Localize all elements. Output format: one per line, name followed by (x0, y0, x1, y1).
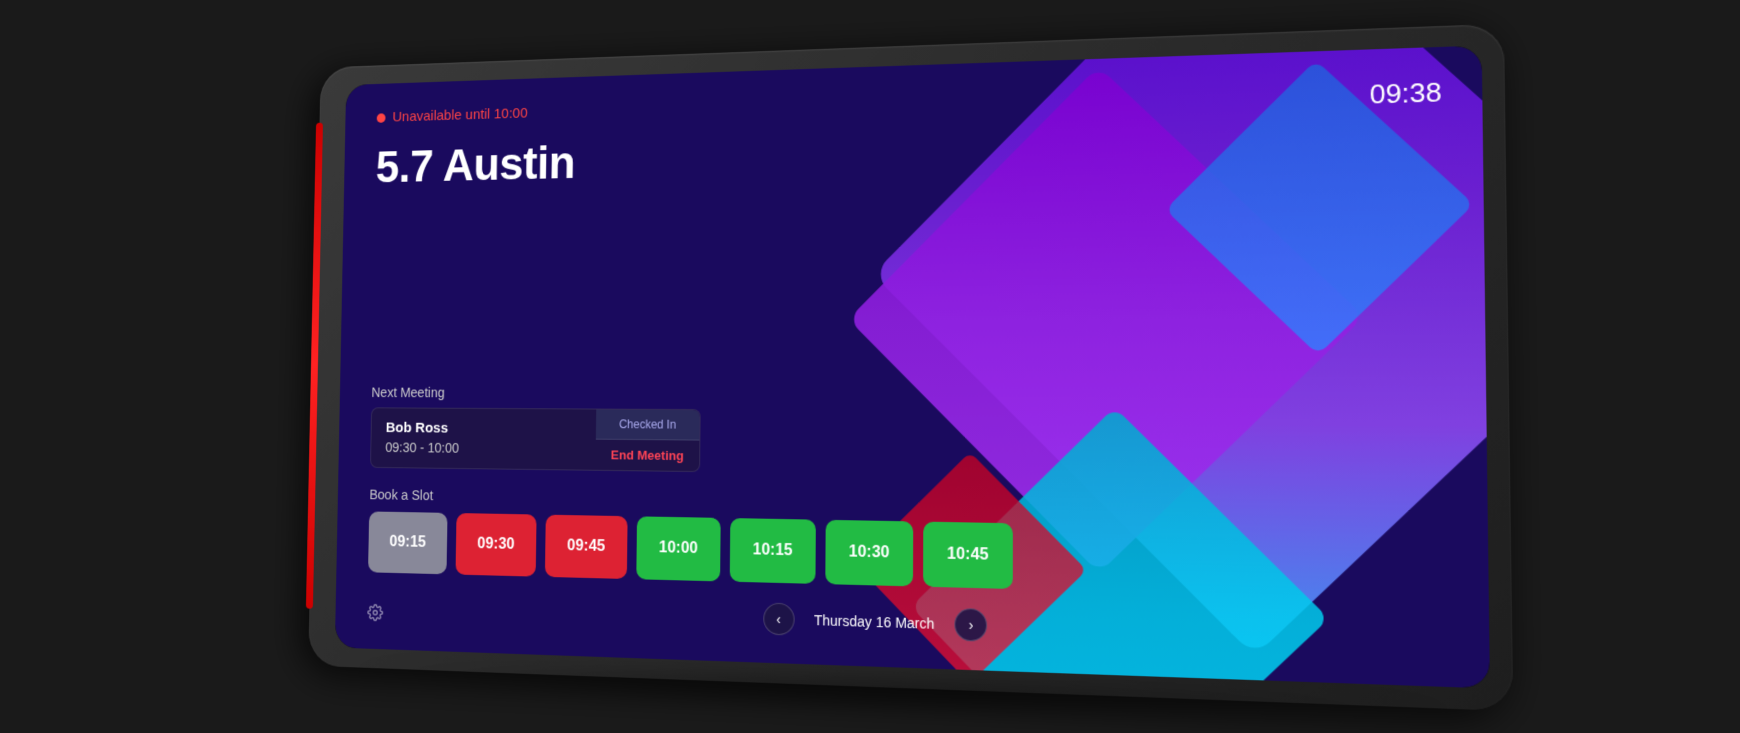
status-unavailable: Unavailable until 10:00 (377, 105, 528, 126)
status-dot (377, 113, 386, 123)
end-meeting-button[interactable]: End Meeting (595, 440, 699, 471)
slot-button-1045[interactable]: 10:45 (923, 522, 1013, 589)
slot-button-1030[interactable]: 10:30 (825, 520, 913, 587)
slot-button-0945[interactable]: 09:45 (545, 515, 628, 579)
meeting-card: Bob Ross 09:30 - 10:00 Checked In End Me… (370, 407, 701, 472)
slot-button-1000[interactable]: 10:00 (636, 516, 720, 581)
slot-button-0930[interactable]: 09:30 (456, 513, 537, 577)
next-meeting-label: Next Meeting (371, 385, 1445, 405)
screen-content: Unavailable until 10:00 09:38 5.7 Austin… (335, 46, 1490, 689)
meeting-info: Bob Ross 09:30 - 10:00 (371, 408, 596, 469)
meeting-time: 09:30 - 10:00 (385, 440, 581, 457)
screen-bezel: Unavailable until 10:00 09:38 5.7 Austin… (335, 46, 1490, 689)
chevron-left-icon: ‹ (776, 611, 781, 627)
red-accent-strip (306, 123, 323, 609)
nav-date: Thursday 16 March (814, 612, 935, 632)
slot-button-1015[interactable]: 10:15 (730, 518, 816, 584)
meeting-actions: Checked In End Meeting (595, 410, 699, 472)
tablet-device: Unavailable until 10:00 09:38 5.7 Austin… (308, 24, 1513, 712)
navigation-row: ‹ Thursday 16 March › (367, 591, 1448, 656)
scene: Unavailable until 10:00 09:38 5.7 Austin… (0, 0, 1740, 728)
slots-row: 09:15 09:30 09:45 10:00 10:15 (368, 511, 1448, 600)
chevron-right-icon: › (969, 617, 974, 634)
settings-button[interactable] (367, 604, 383, 626)
slot-button-0915[interactable]: 09:15 (368, 511, 448, 574)
meeting-name: Bob Ross (386, 420, 582, 438)
prev-button[interactable]: ‹ (763, 603, 794, 636)
screen: Unavailable until 10:00 09:38 5.7 Austin… (335, 46, 1490, 689)
checked-in-badge: Checked In (596, 410, 700, 441)
status-text: Unavailable until 10:00 (392, 105, 527, 125)
time-display: 09:38 (1369, 76, 1442, 111)
next-button[interactable]: › (955, 608, 988, 642)
